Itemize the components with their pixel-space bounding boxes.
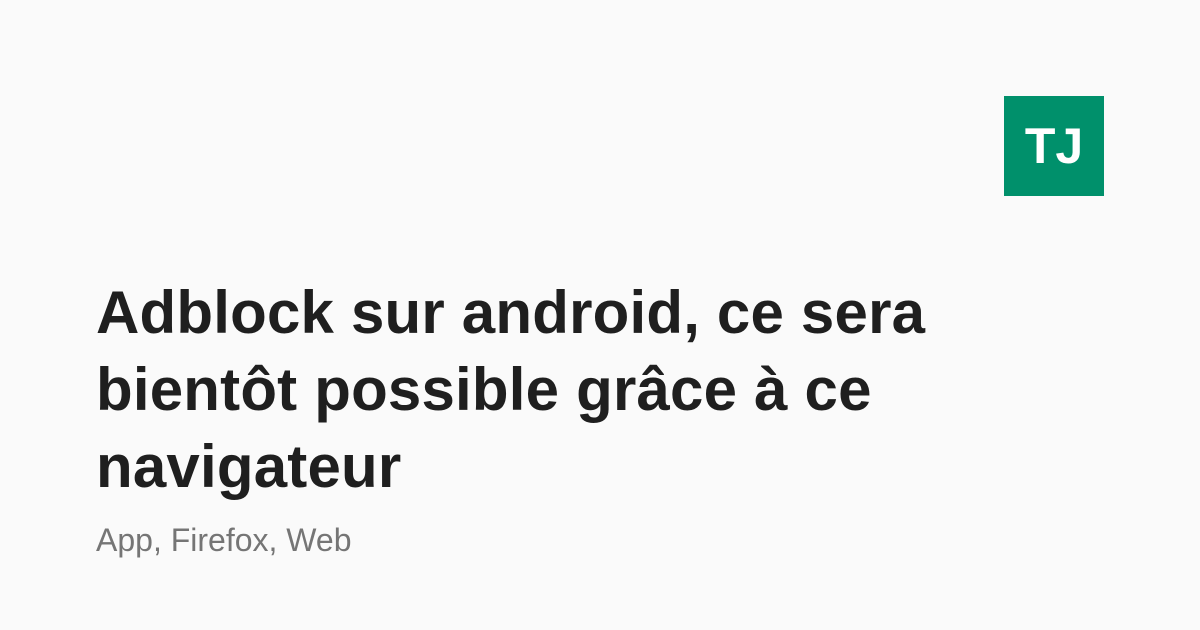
article-tags: App, Firefox, Web (96, 522, 352, 558)
site-logo[interactable]: TJ (1004, 96, 1104, 196)
site-logo-text: TJ (1024, 118, 1084, 174)
article-title: Adblock sur android, ce sera bientôt pos… (96, 279, 926, 500)
